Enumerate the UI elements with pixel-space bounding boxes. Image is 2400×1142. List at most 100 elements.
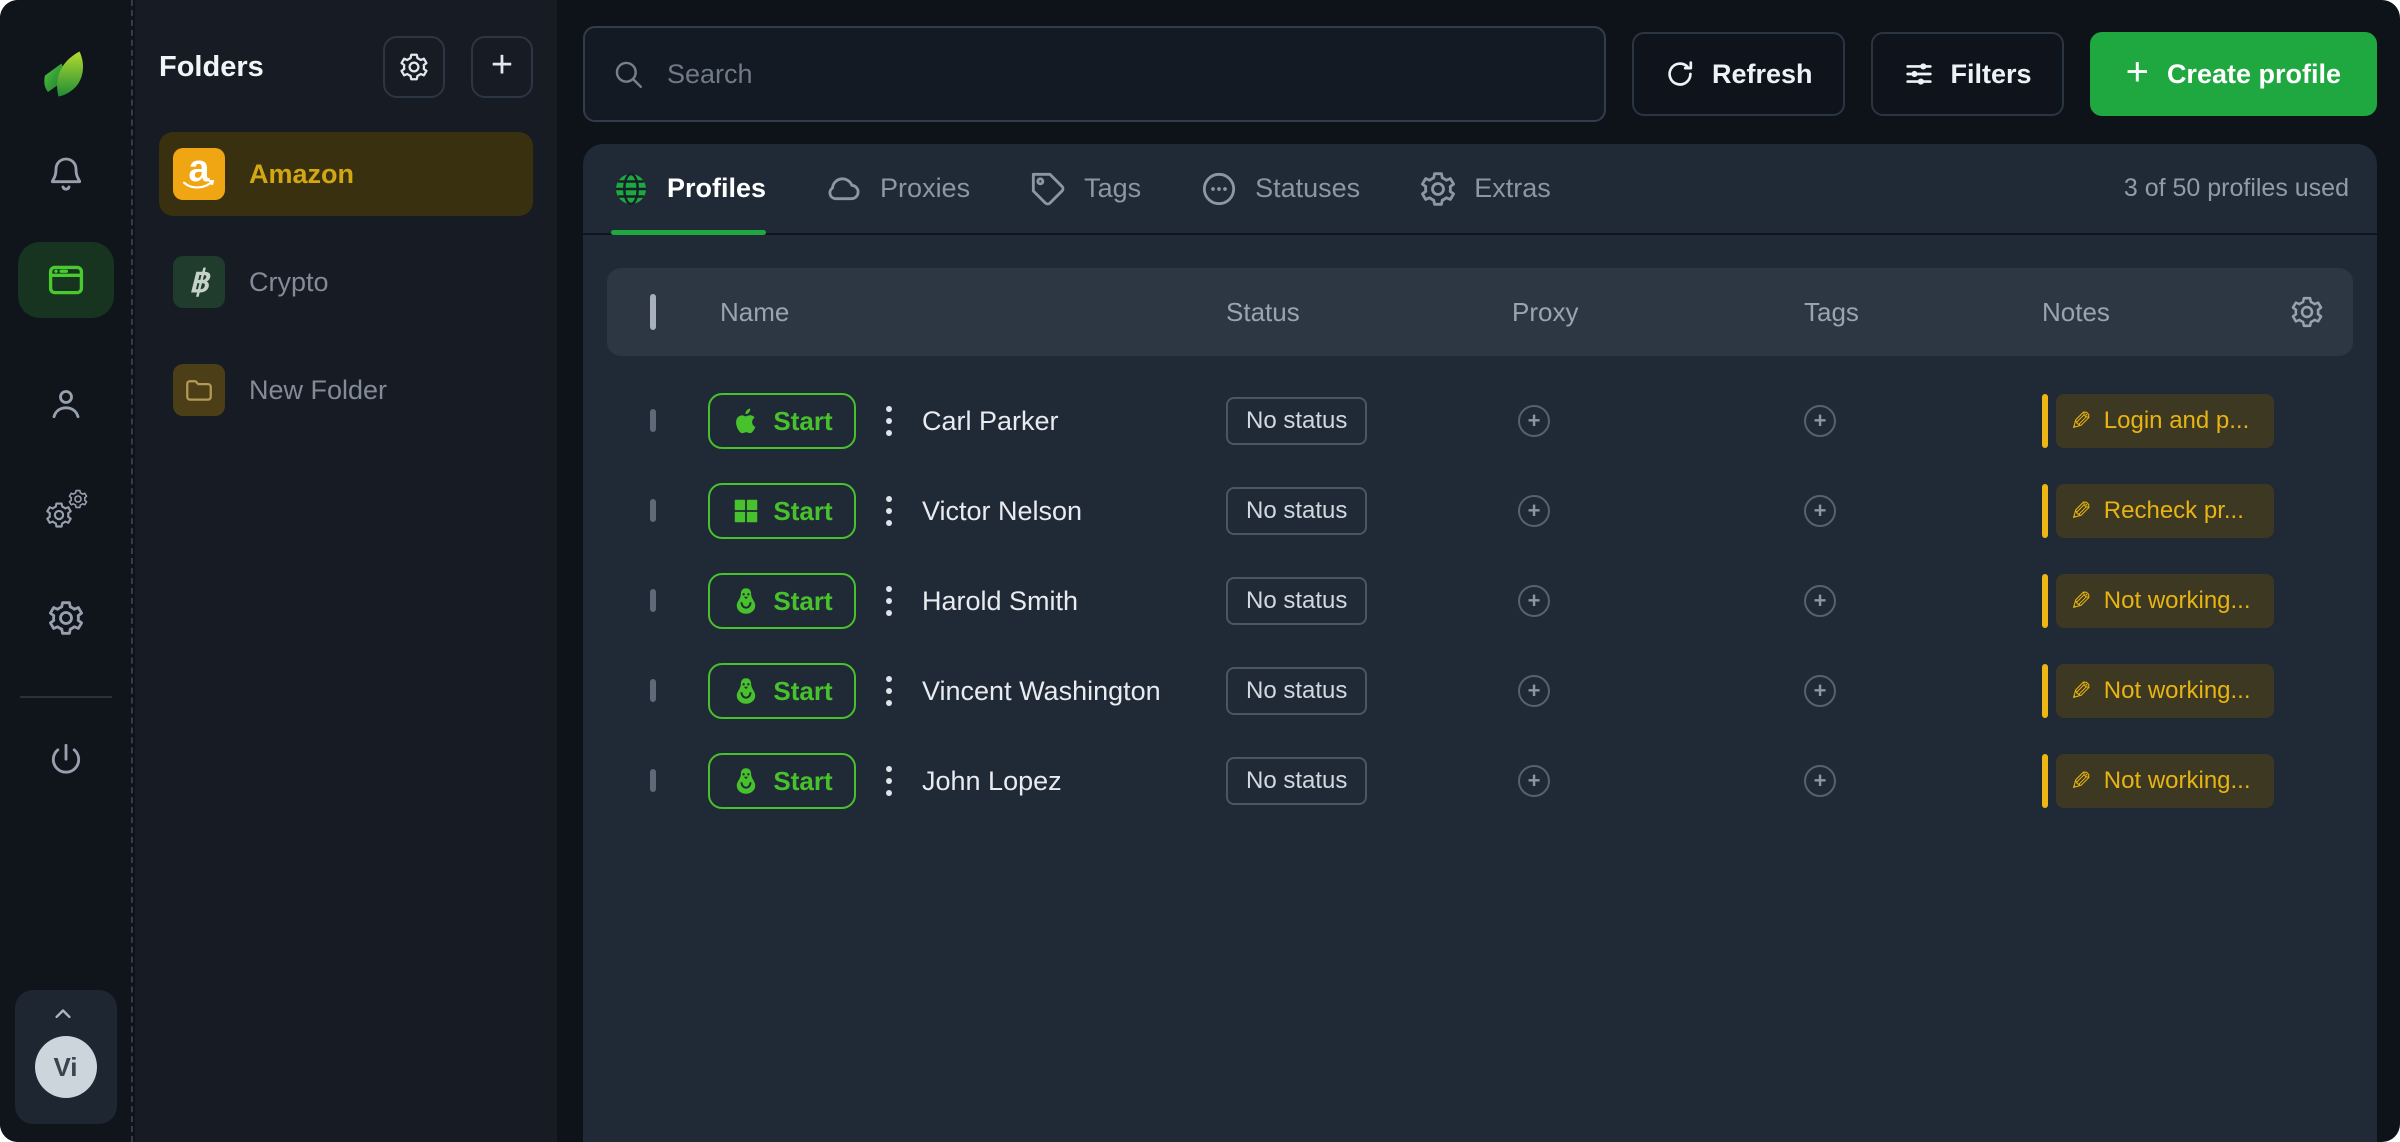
sidebar-item-automation[interactable]	[42, 488, 90, 536]
note-button[interactable]: ✎ Not working...	[2042, 754, 2274, 808]
profile-name: Vincent Washington	[922, 676, 1161, 707]
row-menu-button[interactable]	[882, 582, 896, 620]
note-text: Not working...	[2104, 677, 2251, 705]
gear-small-icon	[67, 488, 89, 510]
amazon-icon: a	[173, 148, 225, 200]
tab-statuses[interactable]: Statuses	[1199, 144, 1360, 233]
statuses-icon	[1199, 169, 1239, 209]
row-menu-button[interactable]	[882, 492, 896, 530]
note-text: Login and p...	[2104, 407, 2249, 435]
status-badge[interactable]: No status	[1226, 667, 1367, 715]
column-header-name: Name	[720, 297, 789, 328]
search-box	[583, 26, 1606, 122]
row-checkbox[interactable]	[650, 679, 656, 702]
row-checkbox[interactable]	[650, 499, 656, 522]
avatar[interactable]: Vi	[35, 1036, 97, 1098]
start-profile-button[interactable]: Start	[708, 393, 856, 449]
note-button[interactable]: ✎ Login and p...	[2042, 394, 2274, 448]
add-tag-button[interactable]: +	[1804, 495, 1836, 527]
table-row: Start Harold Smith No status + +	[607, 556, 2353, 646]
add-proxy-button[interactable]: +	[1518, 405, 1550, 437]
power-button[interactable]	[42, 736, 90, 784]
expand-user-menu-button[interactable]	[46, 1000, 86, 1030]
row-menu-button[interactable]	[882, 672, 896, 710]
app-logo-icon	[30, 32, 102, 104]
start-profile-button[interactable]: Start	[708, 663, 856, 719]
start-profile-button[interactable]: Start	[708, 483, 856, 539]
note-text: Not working...	[2104, 587, 2251, 615]
sidebar-item-profiles[interactable]	[18, 242, 114, 318]
row-menu-button[interactable]	[882, 762, 896, 800]
notifications-button[interactable]	[42, 150, 90, 198]
start-profile-button[interactable]: Start	[708, 753, 856, 809]
amazon-swoosh-icon	[182, 180, 216, 193]
folder-icon	[173, 364, 225, 416]
add-tag-button[interactable]: +	[1804, 765, 1836, 797]
add-tag-button[interactable]: +	[1804, 585, 1836, 617]
profile-name: Harold Smith	[922, 586, 1078, 617]
sidebar-item-account[interactable]	[42, 380, 90, 428]
refresh-button[interactable]: Refresh	[1632, 32, 1845, 116]
table-row: Start Carl Parker No status + +	[607, 376, 2353, 466]
table-header: Name Status Proxy Tags Notes	[607, 268, 2353, 356]
search-input[interactable]	[665, 58, 1578, 91]
folder-item-crypto[interactable]: ฿ Crypto	[159, 240, 533, 324]
active-tab-underline	[611, 230, 766, 235]
note-accent-bar	[2042, 484, 2048, 538]
note-button[interactable]: ✎ Recheck pr...	[2042, 484, 2274, 538]
create-profile-button[interactable]: + Create profile	[2090, 32, 2377, 116]
status-badge[interactable]: No status	[1226, 487, 1367, 535]
refresh-icon	[1664, 58, 1696, 90]
add-proxy-button[interactable]: +	[1518, 495, 1550, 527]
tab-profiles[interactable]: Profiles	[611, 144, 766, 233]
status-badge[interactable]: No status	[1226, 757, 1367, 805]
folder-label: Crypto	[249, 267, 329, 298]
filters-button[interactable]: Filters	[1871, 32, 2064, 116]
chevron-up-icon	[46, 1000, 80, 1028]
tab-proxies[interactable]: Proxies	[824, 144, 970, 233]
status-badge[interactable]: No status	[1226, 397, 1367, 445]
row-checkbox[interactable]	[650, 409, 656, 432]
row-checkbox[interactable]	[650, 589, 656, 612]
table-row: Start Victor Nelson No status + +	[607, 466, 2353, 556]
folders-panel: Folders + a Amazon ฿	[135, 0, 557, 1142]
table-row: Start Vincent Washington No status + +	[607, 646, 2353, 736]
table-settings-icon[interactable]	[2289, 294, 2325, 330]
folders-settings-button[interactable]	[383, 36, 445, 98]
folder-label: Amazon	[249, 159, 354, 190]
column-header-status: Status	[1226, 297, 1512, 328]
add-proxy-button[interactable]: +	[1518, 765, 1550, 797]
sidebar-item-settings[interactable]	[42, 594, 90, 642]
bitcoin-icon: ฿	[173, 256, 225, 308]
add-proxy-button[interactable]: +	[1518, 585, 1550, 617]
rail-divider	[20, 696, 112, 698]
filters-icon	[1903, 58, 1935, 90]
note-accent-bar	[2042, 574, 2048, 628]
browser-window-icon	[45, 259, 87, 301]
profiles-table: Name Status Proxy Tags Notes	[583, 268, 2377, 826]
note-text: Recheck pr...	[2104, 497, 2244, 525]
row-menu-button[interactable]	[882, 402, 896, 440]
add-tag-button[interactable]: +	[1804, 405, 1836, 437]
gear-icon	[46, 598, 86, 638]
note-button[interactable]: ✎ Not working...	[2042, 574, 2274, 628]
folder-item-amazon[interactable]: a Amazon	[159, 132, 533, 216]
note-accent-bar	[2042, 754, 2048, 808]
main-content: Refresh Filters + Create profile	[557, 0, 2400, 1142]
table-row: Start John Lopez No status + +	[607, 736, 2353, 826]
apple-icon	[731, 406, 761, 436]
table-rows: Start Carl Parker No status + +	[607, 356, 2353, 826]
add-folder-button[interactable]: +	[471, 36, 533, 98]
start-profile-button[interactable]: Start	[708, 573, 856, 629]
tab-tags[interactable]: Tags	[1028, 144, 1141, 233]
column-header-proxy: Proxy	[1512, 297, 1804, 328]
tab-extras[interactable]: Extras	[1418, 144, 1551, 233]
add-tag-button[interactable]: +	[1804, 675, 1836, 707]
folder-item-new-folder[interactable]: New Folder	[159, 348, 533, 432]
status-badge[interactable]: No status	[1226, 577, 1367, 625]
add-proxy-button[interactable]: +	[1518, 675, 1550, 707]
select-all-checkbox[interactable]	[650, 294, 656, 330]
row-checkbox[interactable]	[650, 769, 656, 792]
note-button[interactable]: ✎ Not working...	[2042, 664, 2274, 718]
folder-label: New Folder	[249, 375, 387, 406]
